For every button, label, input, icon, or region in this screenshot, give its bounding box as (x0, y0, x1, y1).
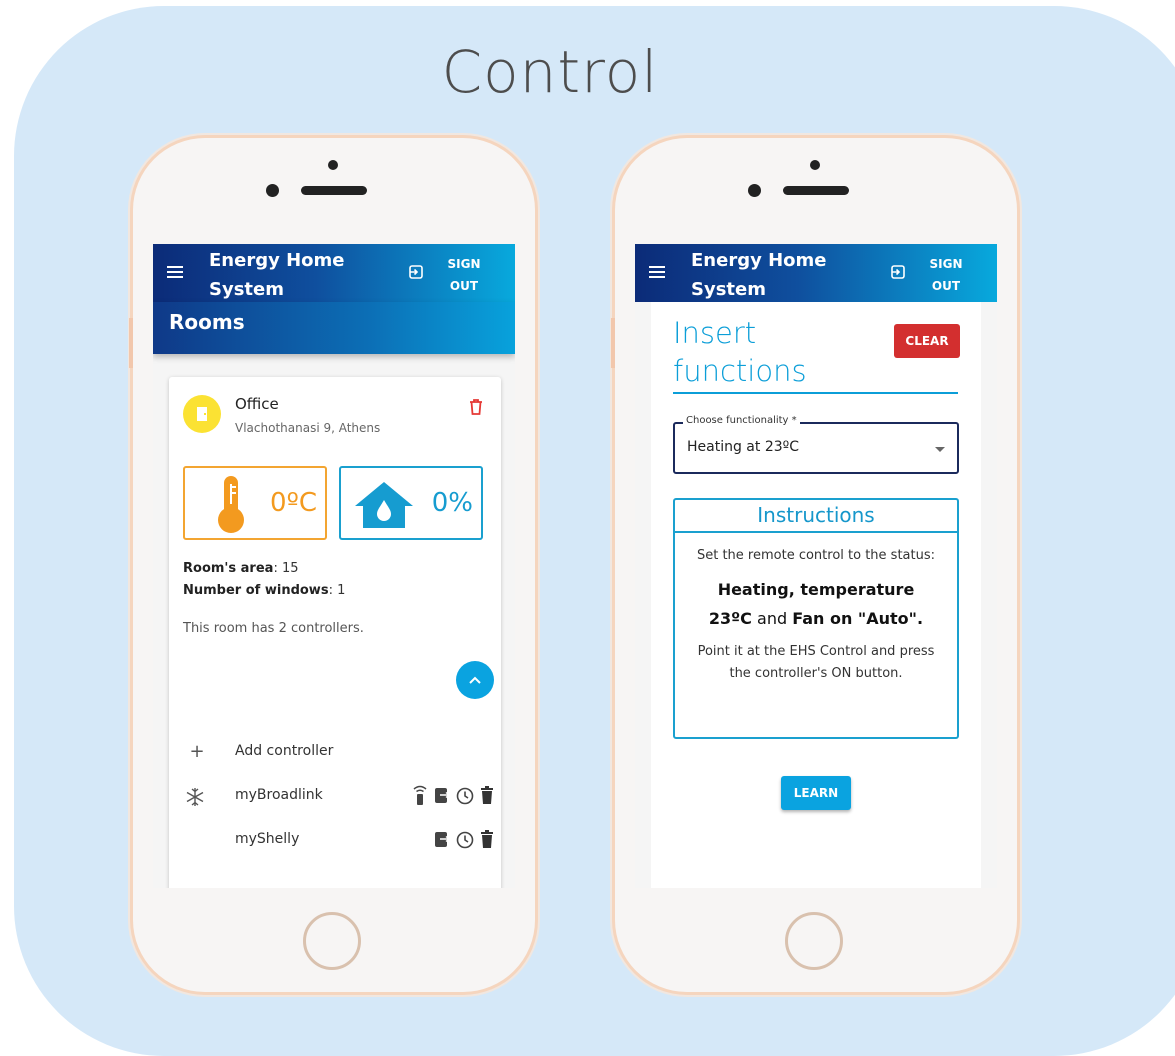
page-title: Control (441, 38, 659, 106)
room-area-label: Room's area (183, 561, 274, 576)
plus-icon: + (189, 741, 205, 762)
humidity-tile: 0% (339, 466, 483, 540)
room-area: Room's area: 15 (183, 561, 299, 576)
add-controller-label: Add controller (235, 743, 334, 759)
trash-icon[interactable] (479, 785, 495, 805)
home-button[interactable] (785, 912, 843, 970)
thermometer-icon (218, 476, 244, 533)
remote-icon[interactable] (411, 785, 429, 805)
sign-out-icon[interactable] (409, 265, 423, 279)
schedule-icon[interactable] (455, 785, 475, 805)
phone-screen: Energy Home System SIGN OUT Rooms Office… (153, 244, 515, 888)
learn-button[interactable]: LEARN (781, 776, 851, 810)
clear-button[interactable]: CLEAR (894, 324, 960, 358)
controller-actions (433, 829, 495, 849)
trash-icon[interactable] (479, 829, 495, 849)
section-title: Rooms (169, 310, 245, 334)
sign-out-button[interactable]: SIGN OUT (925, 253, 967, 297)
temperature-tile: 0ºC (183, 466, 327, 540)
earpiece-speaker (301, 186, 367, 195)
controller-name: myShelly (235, 831, 300, 847)
functionality-select-label: Choose functionality * (683, 415, 800, 426)
room-area-value: : 15 (273, 561, 299, 576)
room-windows: Number of windows: 1 (183, 583, 345, 598)
app-bar: Energy Home System SIGN OUT (153, 244, 515, 302)
phone-right: Energy Home System SIGN OUT Insert funct… (611, 138, 1017, 992)
insert-functions-heading: Insert functions (673, 316, 807, 388)
status-heating: Heating, temperature (717, 580, 915, 599)
collapse-button[interactable] (456, 661, 494, 699)
functionality-select[interactable]: Choose functionality * Heating at 23ºC (673, 415, 959, 474)
app-title: Energy Home System (691, 250, 827, 300)
room-address: Vlachothanasi 9, Athens (235, 421, 381, 435)
insert-functions-card: Insert functions CLEAR Choose functional… (651, 302, 981, 888)
sign-out-button[interactable]: SIGN OUT (443, 253, 485, 297)
rooms-header: Rooms (153, 302, 515, 354)
controller-actions (411, 785, 495, 805)
menu-icon[interactable] (649, 266, 665, 278)
phone-side-button (129, 318, 133, 368)
instructions-step-2: Point it at the EHS Control and press th… (697, 644, 935, 681)
status-fan: Fan on "Auto". (792, 609, 924, 628)
logout-device-icon[interactable] (433, 829, 451, 849)
logout-device-icon[interactable] (433, 785, 451, 805)
phone-screen: Energy Home System SIGN OUT Insert funct… (635, 244, 997, 888)
dropdown-arrow-icon (935, 447, 945, 452)
front-camera (748, 184, 761, 197)
room-name: Office (235, 395, 279, 413)
status-temperature: 23ºC (708, 609, 752, 628)
instructions-step-1: Set the remote control to the status: (696, 548, 936, 563)
controller-name: myBroadlink (235, 787, 323, 803)
menu-icon[interactable] (167, 266, 183, 278)
front-camera (266, 184, 279, 197)
home-button[interactable] (303, 912, 361, 970)
instructions-target-status: Heating, temperature 23ºC and Fan on "Au… (675, 575, 957, 633)
phone-side-button (611, 318, 615, 368)
room-card: Office Vlachothanasi 9, Athens 0ºC 0% Ro… (169, 377, 501, 888)
room-description: This room has 2 controllers. (183, 621, 364, 636)
humidity-value: 0% (431, 488, 473, 518)
delete-room-icon[interactable] (469, 399, 483, 415)
add-controller-row[interactable]: + Add controller (183, 741, 495, 765)
app-title: Energy Home System (209, 250, 345, 300)
controller-row[interactable]: myBroadlink (183, 785, 495, 809)
phone-left: Energy Home System SIGN OUT Rooms Office… (129, 138, 535, 992)
room-windows-value: : 1 (328, 583, 346, 598)
snowflake-icon (186, 788, 204, 806)
door-icon (197, 407, 207, 421)
room-windows-label: Number of windows (183, 583, 329, 598)
earpiece-speaker (783, 186, 849, 195)
chevron-up-icon (469, 676, 481, 684)
instructions-box: Instructions Set the remote control to t… (673, 498, 959, 739)
status-and: and (757, 609, 788, 628)
humidity-house-icon (355, 482, 413, 528)
app-bar: Energy Home System SIGN OUT (635, 244, 997, 302)
temperature-value: 0ºC (270, 488, 317, 518)
front-sensor (328, 160, 338, 170)
room-avatar (183, 395, 221, 433)
controller-row[interactable]: myShelly (183, 829, 495, 853)
front-sensor (810, 160, 820, 170)
functionality-select-value: Heating at 23ºC (687, 439, 800, 455)
schedule-icon[interactable] (455, 829, 475, 849)
heading-underline (673, 392, 958, 394)
instructions-title: Instructions (675, 500, 957, 533)
sign-out-icon[interactable] (891, 265, 905, 279)
